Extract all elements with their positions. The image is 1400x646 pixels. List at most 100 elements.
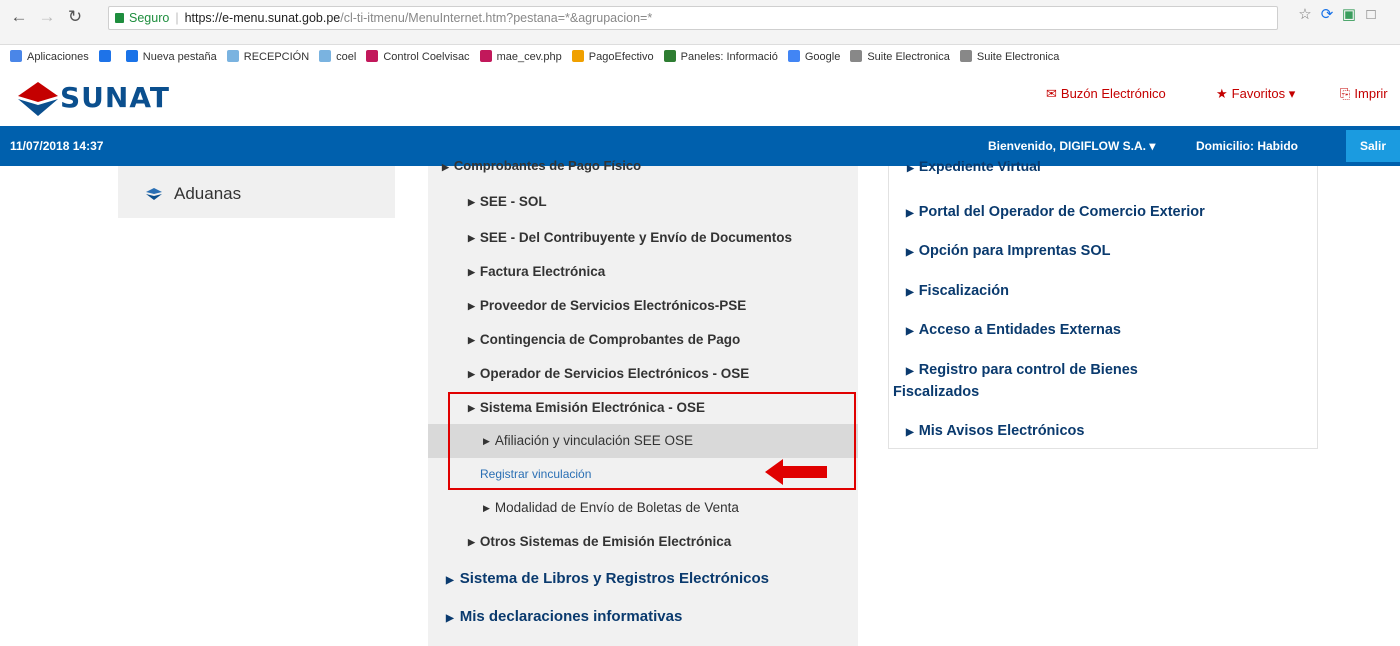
menu-item-mis-avisos[interactable]: ▶ Mis Avisos Electrónicos: [906, 421, 1084, 443]
menu-item-entidades-externas[interactable]: ▶ Acceso a Entidades Externas: [906, 320, 1121, 342]
menu-item-otros-sistemas[interactable]: ▶ Otros Sistemas de Emisión Electrónica: [468, 534, 731, 549]
triangle-right-icon: ▶: [468, 267, 475, 277]
bookmark-label: PagoEfectivo: [588, 51, 654, 63]
star-icon: ★: [1216, 86, 1228, 101]
bookmark-favicon-icon: [125, 50, 138, 62]
menu-item-modalidad[interactable]: ▶ Modalidad de Envío de Boletas de Venta: [483, 500, 739, 515]
menu-item-label: SEE - SOL: [479, 194, 547, 209]
bookmark-label: Nueva pestaña: [142, 51, 217, 63]
chevron-down-icon: ▾: [1288, 86, 1296, 101]
menu-item-see-sol[interactable]: ▶ SEE - SOL: [468, 194, 547, 209]
menu-item-pse[interactable]: ▶ Proveedor de Servicios Electrónicos-PSE: [468, 298, 746, 313]
bookmark-favicon-icon: [959, 50, 972, 62]
menu-item-factura[interactable]: ▶ Factura Electrónica: [468, 264, 605, 279]
extension-icon[interactable]: ▣: [1340, 6, 1358, 24]
menu-item-libros[interactable]: ▶ Sistema de Libros y Registros Electróni…: [446, 570, 769, 587]
menu-item-comprobantes-fisico[interactable]: ▶ Comprobantes de Pago Físico: [442, 158, 641, 173]
menu-item-registro-bienes[interactable]: ▶ Registro para control de Bienes Fiscali…: [893, 360, 1223, 402]
bookmark-item[interactable]: Suite Electronica: [850, 45, 950, 69]
menu-item-label: Acceso a Entidades Externas: [918, 322, 1121, 338]
menu-item-label: Factura Electrónica: [479, 264, 606, 279]
chevron-down-icon: ▾: [1149, 139, 1156, 153]
url-separator: |: [175, 11, 179, 25]
bookmark-label: Suite Electronica: [867, 51, 950, 63]
menu-item-label: Fiscalización: [918, 283, 1009, 299]
session-datetime: 11/07/2018 14:37: [10, 139, 104, 153]
back-icon[interactable]: ←: [8, 6, 30, 28]
bookmark-item[interactable]: RECEPCIÓN: [226, 45, 309, 69]
bookmark-item[interactable]: Paneles: Informació: [663, 45, 778, 69]
menu-item-expediente-virtual[interactable]: ▶ Expediente Virtual: [907, 158, 1041, 174]
triangle-right-icon: ▶: [906, 287, 914, 298]
bookmark-item[interactable]: Nueva pestaña: [125, 45, 217, 69]
bookmark-favicon-icon: [366, 50, 379, 62]
logout-button[interactable]: Salir: [1346, 130, 1400, 162]
extension-icon[interactable]: □: [1362, 6, 1380, 24]
menu-item-label: Otros Sistemas de Emisión Electrónica: [479, 534, 732, 549]
sunat-mark-icon: [146, 188, 162, 200]
sunat-logo-text: SUNAT: [60, 81, 170, 114]
buzon-label: Buzón Electrónico: [1060, 86, 1166, 101]
menu-item-label: Mis declaraciones informativas: [459, 608, 683, 625]
bookmark-item[interactable]: mae_cev.php: [479, 45, 562, 69]
bookmarks-bar: Aplicaciones Nueva pestaña RECEPCIÓN coel Co…: [0, 45, 1400, 69]
menu-item-see-contribuyente[interactable]: ▶ SEE - Del Contribuyente y Envío de Docu…: [468, 230, 792, 245]
bookmark-label: mae_cev.php: [496, 51, 562, 63]
triangle-right-icon: ▶: [906, 247, 914, 258]
bookmark-item[interactable]: coel: [319, 45, 356, 69]
triangle-right-icon: ▶: [906, 427, 914, 438]
domicilio-status: Domicilio: Habido: [1196, 139, 1298, 153]
imprimir-link[interactable]: ⎘ Imprir: [1340, 86, 1388, 102]
menu-item-label: SEE - Del Contribuyente y Envío de Docum…: [479, 230, 792, 245]
bookmark-label: coel: [336, 51, 357, 63]
menu-item-declaraciones[interactable]: ▶ Mis declaraciones informativas: [446, 608, 682, 625]
triangle-right-icon: ▶: [906, 208, 914, 219]
address-bar[interactable]: Seguro | https://e-menu.sunat.gob.pe/cl-ti…: [108, 6, 1278, 30]
forward-icon[interactable]: →: [36, 6, 58, 28]
bookmark-item[interactable]: Aplicaciones: [10, 45, 89, 69]
menu-item-label: Mis Avisos Electrónicos: [918, 423, 1085, 439]
menu-item-label: Operador de Servicios Electrónicos - OSE: [479, 366, 750, 381]
menu-aduanas[interactable]: Aduanas: [118, 166, 395, 218]
extension-icon[interactable]: ⟳: [1318, 6, 1336, 24]
aduanas-label: Aduanas: [174, 184, 242, 203]
triangle-right-icon: ▶: [468, 233, 475, 243]
menu-item-fiscalizacion[interactable]: ▶ Fiscalización: [906, 281, 1009, 303]
envelope-icon: ✉: [1046, 86, 1057, 101]
bookmark-item[interactable]: [98, 45, 116, 69]
printer-icon: ⎘: [1340, 86, 1351, 101]
menu-item-label: Expediente Virtual: [918, 158, 1041, 174]
bookmark-label: Paneles: Informació: [680, 51, 778, 63]
bookmark-favicon-icon: [571, 50, 584, 62]
menu-item-ose[interactable]: ▶ Operador de Servicios Electrónicos - OS…: [468, 366, 749, 381]
bookmark-favicon-icon: [479, 50, 492, 62]
lock-icon: [115, 13, 124, 23]
favoritos-link[interactable]: ★ Favoritos ▾: [1216, 86, 1295, 102]
url-path: /cl-ti-itmenu/MenuInternet.htm?pestana=*…: [340, 11, 653, 25]
bookmark-item[interactable]: Control Coelvisac: [366, 45, 470, 69]
bookmark-star-icon[interactable]: ☆: [1296, 6, 1314, 24]
url-host: https://e-menu.sunat.gob.pe: [184, 11, 341, 25]
session-bar: 11/07/2018 14:37 Bienvenido, DIGIFLOW S.…: [0, 126, 1400, 166]
menu-item-label: Registro para control de Bienes Fiscaliz…: [893, 362, 1138, 400]
menu-item-imprentas[interactable]: ▶ Opción para Imprentas SOL: [906, 241, 1110, 263]
bookmark-item[interactable]: Suite Electronica: [959, 45, 1060, 69]
bookmark-favicon-icon: [787, 50, 800, 62]
menu-item-label: Sistema de Libros y Registros Electrónic…: [459, 570, 769, 587]
bookmark-label: Suite Electronica: [976, 51, 1060, 63]
triangle-right-icon: ▶: [468, 301, 475, 311]
triangle-right-icon: ▶: [468, 537, 475, 547]
reload-icon[interactable]: ↻: [64, 6, 86, 28]
menu-item-contingencia[interactable]: ▶ Contingencia de Comprobantes de Pago: [468, 332, 740, 347]
buzon-link[interactable]: ✉ Buzón Electrónico: [1046, 86, 1166, 102]
menu-item-label: Contingencia de Comprobantes de Pago: [479, 332, 741, 347]
imprimir-label: Imprir: [1354, 86, 1388, 101]
bookmark-item[interactable]: PagoEfectivo: [571, 45, 654, 69]
menu-item-portal-operador[interactable]: ▶ Portal del Operador de Comercio Exterio…: [906, 202, 1205, 224]
menu-item-label: Comprobantes de Pago Físico: [453, 158, 642, 173]
user-menu[interactable]: Bienvenido, DIGIFLOW S.A. ▾: [988, 139, 1155, 153]
sunat-logo-icon: [18, 82, 58, 116]
menu-item-label: Proveedor de Servicios Electrónicos-PSE: [479, 298, 747, 313]
bookmark-item[interactable]: Google: [787, 45, 840, 69]
triangle-right-icon: ▶: [483, 503, 490, 513]
